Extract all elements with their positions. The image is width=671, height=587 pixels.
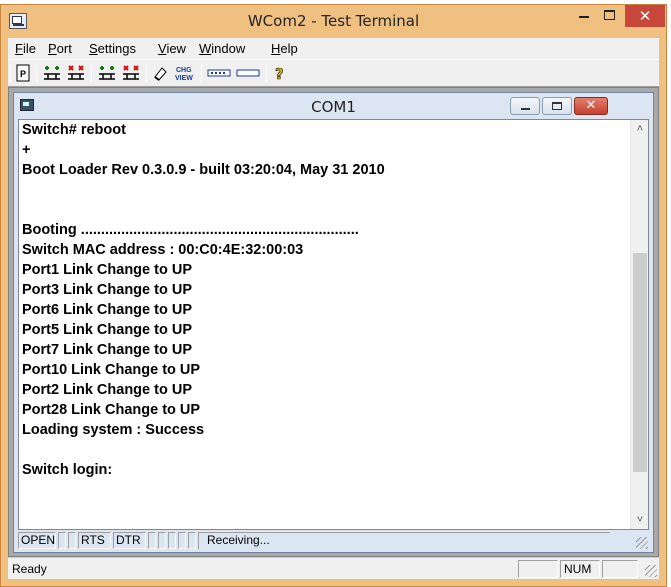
line-view-icon[interactable]: [236, 64, 260, 82]
mdi-workspace: COM1 ✕ Switch# reboot + Boot Loader Rev 0.…: [8, 87, 659, 557]
resize-grip-icon[interactable]: [645, 565, 657, 577]
toolbar-separator: [146, 64, 147, 82]
close-button[interactable]: ✕: [625, 5, 665, 27]
toolbar-separator: [91, 64, 92, 82]
com1-title-bar[interactable]: COM1 ✕: [14, 93, 653, 118]
maximize-button[interactable]: [597, 5, 623, 27]
status-led: [58, 532, 66, 549]
status-bar: Ready NUM: [8, 557, 659, 579]
window-title: WCom2 - Test Terminal: [247, 12, 420, 30]
toolbar-separator: [10, 64, 11, 82]
minimize-button[interactable]: [571, 5, 597, 27]
terminal-line: Port1 Link Change to UP: [22, 262, 192, 278]
rts-indicator: RTS: [78, 532, 111, 549]
close-icon: ✕: [585, 98, 597, 113]
disconnect-all-icon[interactable]: [121, 64, 141, 82]
menu-help[interactable]: Help: [271, 41, 298, 56]
clear-icon[interactable]: [152, 64, 168, 82]
terminal-line: Loading system : Success: [22, 422, 205, 438]
resize-grip-icon[interactable]: [636, 537, 648, 549]
terminal-line: Switch login:: [22, 462, 113, 478]
menu-port[interactable]: Port: [48, 41, 72, 56]
toolbar: P CHG VIEW ?: [8, 59, 659, 87]
scroll-down-icon[interactable]: ˅: [631, 511, 648, 529]
svg-text:VIEW: VIEW: [175, 75, 193, 82]
port-status-bar: OPEN RTS DTR Receiving...: [18, 531, 649, 550]
status-led: [178, 532, 186, 549]
terminal-output[interactable]: Switch# reboot + Boot Loader Rev 0.3.0.9 -…: [18, 119, 649, 530]
svg-text:P: P: [20, 69, 26, 79]
child-close-button[interactable]: ✕: [574, 97, 608, 115]
terminal-line: Port3 Link Change to UP: [22, 282, 192, 298]
scroll-thumb[interactable]: [633, 253, 647, 472]
properties-icon[interactable]: P: [16, 64, 30, 82]
terminal-line: Port7 Link Change to UP: [22, 342, 192, 358]
client-area: File Port Settings View Window Help P CH…: [8, 38, 659, 579]
status-text: Ready: [12, 562, 47, 576]
maximize-icon: [552, 102, 562, 110]
terminal-line: Port28 Link Change to UP: [22, 402, 201, 418]
child-minimize-button[interactable]: [510, 97, 540, 115]
toolbar-separator: [201, 64, 202, 82]
svg-text:?: ?: [275, 65, 284, 82]
terminal-line: Port5 Link Change to UP: [22, 322, 192, 338]
close-icon: ✕: [638, 7, 652, 25]
change-view-icon[interactable]: CHG VIEW: [174, 64, 196, 82]
terminal-line: Booting ................................…: [22, 222, 359, 238]
status-led: [158, 532, 166, 549]
disconnect-icon[interactable]: [66, 64, 86, 82]
title-bar[interactable]: WCom2 - Test Terminal ✕: [1, 5, 666, 38]
terminal-line: Port2 Link Change to UP: [22, 382, 192, 398]
toolbar-separator: [36, 64, 37, 82]
status-panel: [602, 560, 638, 578]
child-maximize-button[interactable]: [542, 97, 572, 115]
dtr-indicator: DTR: [113, 532, 146, 549]
terminal-line: Boot Loader Rev 0.3.0.9 - built 03:20:04…: [22, 162, 385, 178]
terminal-line: Switch# reboot: [22, 122, 126, 138]
app-window: WCom2 - Test Terminal ✕ File Port Settin…: [0, 4, 667, 587]
maximize-icon: [604, 10, 615, 20]
activity-status: Receiving...: [198, 532, 610, 549]
status-led: [148, 532, 156, 549]
terminal-line: Port10 Link Change to UP: [22, 362, 201, 378]
terminal-line: Port6 Link Change to UP: [22, 302, 192, 318]
svg-text:CHG: CHG: [176, 67, 192, 74]
menu-window[interactable]: Window: [199, 41, 245, 56]
vertical-scrollbar[interactable]: ˄ ˅: [630, 120, 648, 529]
minimize-icon: [579, 16, 589, 18]
menu-settings[interactable]: Settings: [89, 41, 136, 56]
help-icon[interactable]: ?: [272, 64, 288, 82]
status-led: [188, 532, 196, 549]
menu-bar: File Port Settings View Window Help: [8, 38, 659, 59]
status-led: [168, 532, 176, 549]
toolbar-separator: [266, 64, 267, 82]
connect-all-icon[interactable]: [97, 64, 117, 82]
com1-window: COM1 ✕ Switch# reboot + Boot Loader Rev 0.…: [13, 92, 654, 553]
menu-view[interactable]: View: [158, 41, 186, 56]
menu-file[interactable]: File: [15, 41, 36, 56]
terminal-line: +: [22, 142, 31, 158]
status-panel: [518, 560, 558, 578]
scroll-up-icon[interactable]: ˄: [631, 120, 648, 138]
connect-icon[interactable]: [42, 64, 62, 82]
open-indicator: OPEN: [18, 532, 56, 549]
terminal-line: Switch MAC address : 00:C0:4E:32:00:03: [22, 242, 304, 258]
minimize-icon: [521, 108, 530, 110]
num-lock-indicator: NUM: [560, 560, 600, 578]
terminal-lines: Switch# reboot + Boot Loader Rev 0.3.0.9 -…: [22, 120, 628, 529]
hex-view-icon[interactable]: [207, 64, 231, 82]
status-led: [68, 532, 76, 549]
